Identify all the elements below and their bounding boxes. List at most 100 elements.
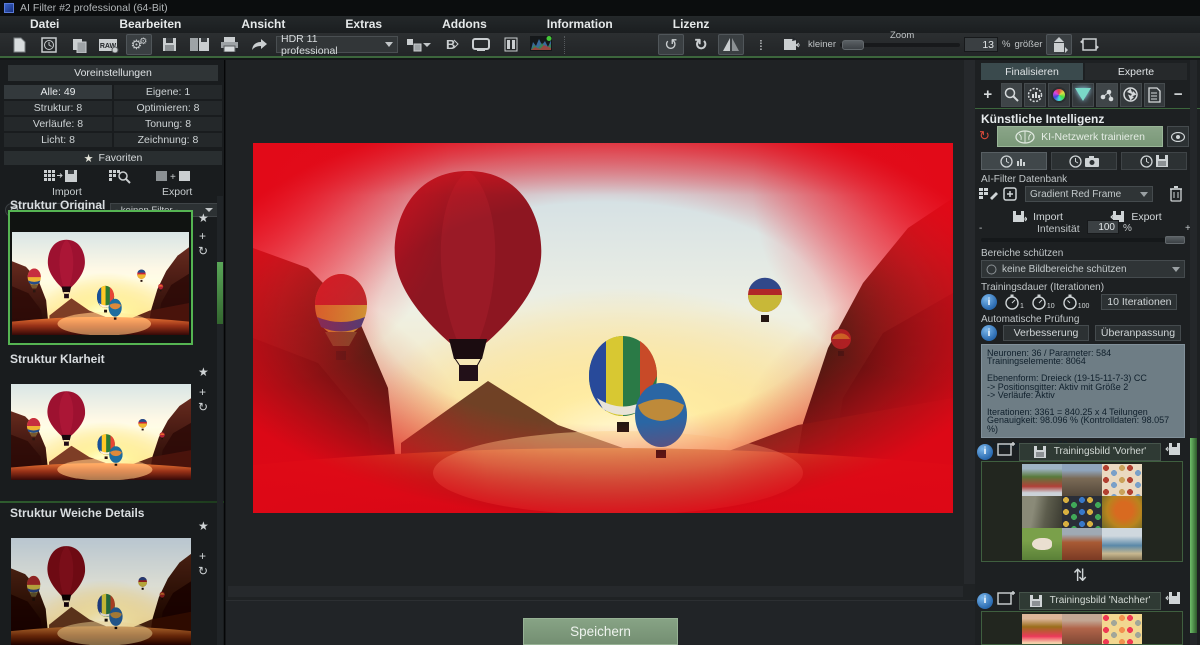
before-image-button[interactable]: Trainingsbild 'Vorher' xyxy=(1019,443,1161,461)
category-verlaeufe[interactable]: Verläufe: 8 xyxy=(4,117,112,131)
add-filter-icon[interactable]: + xyxy=(199,386,206,398)
favorite-star-icon[interactable]: ★ xyxy=(198,520,209,532)
tab-experte[interactable]: Experte xyxy=(1085,63,1187,80)
menu-information[interactable]: Information xyxy=(517,16,643,33)
preset-dropdown[interactable]: HDR 11 professional xyxy=(276,36,398,53)
refresh-filter-icon[interactable]: ↻ xyxy=(198,565,208,577)
add-filter-icon[interactable]: + xyxy=(199,230,206,242)
save-button[interactable]: Speichern xyxy=(523,618,678,645)
add-database-entry-icon[interactable] xyxy=(1003,186,1020,207)
magnifier-icon[interactable] xyxy=(1001,83,1023,107)
save-icon[interactable] xyxy=(156,34,182,55)
filter-thumbnail[interactable] xyxy=(11,538,191,645)
favorite-star-icon[interactable]: ★ xyxy=(198,366,209,378)
export-share-icon[interactable] xyxy=(246,34,272,55)
aperture-icon[interactable] xyxy=(1120,83,1142,107)
trash-icon[interactable] xyxy=(1169,185,1183,207)
after-training-collage[interactable] xyxy=(981,611,1183,645)
canvas-horizontal-scrollbar[interactable] xyxy=(228,586,963,597)
scrollbar-thumb[interactable] xyxy=(217,262,223,324)
mode-history-button[interactable] xyxy=(981,152,1047,170)
filter-item-label[interactable]: Struktur Klarheit xyxy=(10,352,105,366)
copy-icon[interactable] xyxy=(66,34,92,55)
color-wheel-icon[interactable] xyxy=(1048,83,1070,107)
before-training-collage[interactable] xyxy=(981,461,1183,562)
node-graph-icon[interactable] xyxy=(1096,83,1118,107)
favorites-bar[interactable]: ★ Favoriten xyxy=(4,151,222,165)
canvas-vertical-scrollbar[interactable] xyxy=(964,60,975,584)
mode-snapshot-button[interactable] xyxy=(1051,152,1117,170)
split-view-icon[interactable]: ⁞ xyxy=(748,34,774,55)
category-struktur[interactable]: Struktur: 8 xyxy=(4,101,112,115)
category-tonung[interactable]: Tonung: 8 xyxy=(114,117,222,131)
category-eigene[interactable]: Eigene: 1 xyxy=(114,85,222,99)
protect-areas-dropdown[interactable]: keine Bildbereiche schützen xyxy=(981,260,1185,278)
iterations-button[interactable]: 10 Iterationen xyxy=(1101,294,1177,310)
plot-browser-icon[interactable]: B xyxy=(438,34,464,55)
info-icon[interactable]: i xyxy=(977,444,993,460)
crop-frame-icon[interactable] xyxy=(778,34,804,55)
preview-eye-button[interactable] xyxy=(1167,126,1189,147)
add-image-icon[interactable] xyxy=(997,590,1015,611)
batch-process-icon[interactable] xyxy=(402,34,434,55)
fit-to-screen-icon[interactable] xyxy=(1046,34,1072,55)
save-as-icon[interactable] xyxy=(186,34,212,55)
category-optimieren[interactable]: Optimieren: 8 xyxy=(114,101,222,115)
filter-thumbnail[interactable] xyxy=(11,384,191,480)
panel-scrollbar[interactable] xyxy=(1190,60,1197,645)
export-image-icon[interactable] xyxy=(1165,591,1181,610)
tab-finalisieren[interactable]: Finalisieren xyxy=(981,63,1083,80)
category-zeichnung[interactable]: Zeichnung: 8 xyxy=(114,133,222,147)
refresh-filter-icon[interactable]: ↻ xyxy=(198,245,208,257)
zoom-slider-knob[interactable] xyxy=(842,40,864,50)
zoom-slider[interactable]: Zoom xyxy=(840,43,960,47)
edited-image[interactable] xyxy=(253,143,953,513)
database-grid-icon[interactable] xyxy=(979,186,999,207)
info-icon[interactable]: i xyxy=(981,325,997,341)
menu-ansicht[interactable]: Ansicht xyxy=(211,16,315,33)
favorite-star-icon[interactable]: ★ xyxy=(198,212,209,224)
script-document-icon[interactable] xyxy=(1144,83,1166,107)
open-recent-icon[interactable] xyxy=(36,34,62,55)
intensity-slider[interactable] xyxy=(981,238,1185,242)
remove-panel-icon[interactable]: − xyxy=(1167,83,1189,107)
raw-import-icon[interactable]: RAW xyxy=(96,34,122,55)
database-entry-dropdown[interactable]: Gradient Red Frame xyxy=(1025,186,1153,202)
menu-lizenz[interactable]: Lizenz xyxy=(643,16,740,33)
filter-thumbnail-selected[interactable] xyxy=(8,210,193,345)
menu-extras[interactable]: Extras xyxy=(315,16,412,33)
info-icon[interactable]: i xyxy=(977,593,993,609)
filter-item-label[interactable]: Struktur Weiche Details xyxy=(10,506,144,520)
category-licht[interactable]: Licht: 8 xyxy=(4,133,112,147)
preset-search-grid-icon[interactable] xyxy=(109,168,133,189)
sidebar-scrollbar[interactable] xyxy=(217,196,223,645)
panel-columns-icon[interactable] xyxy=(498,34,524,55)
print-icon[interactable] xyxy=(216,34,242,55)
category-alle[interactable]: Alle: 49 xyxy=(4,85,112,99)
overfitting-button[interactable]: Überanpassung xyxy=(1095,325,1181,341)
intensity-value-input[interactable]: 100 xyxy=(1087,220,1119,234)
refresh-filter-icon[interactable]: ↻ xyxy=(198,401,208,413)
menu-addons[interactable]: Addons xyxy=(412,16,517,33)
new-file-icon[interactable] xyxy=(6,34,32,55)
after-image-button[interactable]: Trainingsbild 'Nachher' xyxy=(1019,592,1161,610)
color-prism-icon[interactable] xyxy=(1072,83,1094,107)
train-network-button[interactable]: KI-Netzwerk trainieren xyxy=(997,126,1163,147)
presets-header[interactable]: Voreinstellungen xyxy=(8,65,218,81)
scrollbar-thumb[interactable] xyxy=(1190,438,1197,633)
stopwatch-1-icon[interactable]: 1 xyxy=(1005,294,1024,310)
add-panel-icon[interactable]: + xyxy=(977,83,999,107)
mode-save-button[interactable] xyxy=(1121,152,1187,170)
add-image-icon[interactable] xyxy=(997,441,1015,462)
improvement-button[interactable]: Verbesserung xyxy=(1003,325,1089,341)
rotate-canvas-icon[interactable] xyxy=(1076,34,1102,55)
flip-horizontal-icon[interactable] xyxy=(718,34,744,55)
intensity-slider-knob[interactable] xyxy=(1165,236,1185,244)
redo-icon[interactable]: ↻ xyxy=(688,34,714,55)
undo-icon[interactable]: ↺ xyxy=(658,34,684,55)
monitor-icon[interactable] xyxy=(468,34,494,55)
menu-datei[interactable]: Datei xyxy=(0,16,89,33)
zoom-value-input[interactable]: 13 xyxy=(964,37,998,52)
swap-updown-icon[interactable]: ⇅ xyxy=(1073,566,1085,586)
stopwatch-10-icon[interactable]: 10 xyxy=(1032,294,1055,310)
